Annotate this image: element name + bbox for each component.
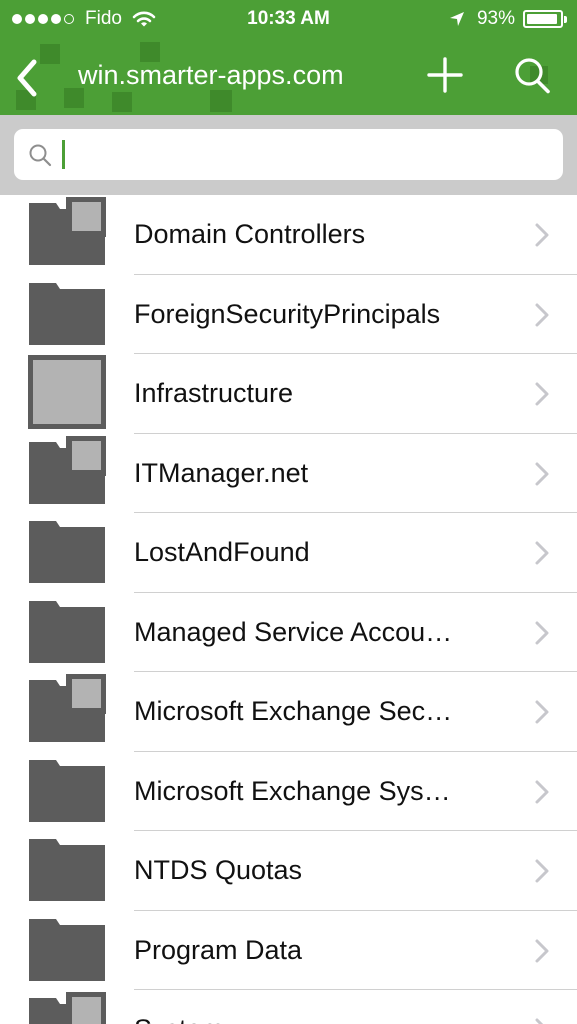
- battery-level: [527, 14, 557, 24]
- chevron-right-icon: [533, 779, 551, 805]
- directory-list: Domain Controllers ForeignSecurityPrinci…: [0, 195, 577, 1024]
- search-bar: [0, 115, 577, 195]
- battery-nub: [564, 16, 567, 23]
- folder-icon: [28, 515, 106, 585]
- folder-icon: [28, 595, 106, 665]
- battery-icon: [523, 10, 567, 28]
- list-item-label: Program Data: [134, 934, 303, 965]
- list-item-label: Infrastructure: [134, 378, 294, 408]
- chevron-right-icon: [533, 302, 551, 328]
- list-item[interactable]: Infrastructure: [0, 354, 577, 434]
- app-header: Fido 10:33 AM 93% win.smarter-apps.com: [0, 0, 577, 115]
- list-item-label: ForeignSecurityPrincipals: [134, 298, 441, 329]
- object-icon: [28, 355, 106, 429]
- folder-icon: [28, 833, 106, 903]
- folder-icon: [28, 754, 106, 824]
- chevron-right-icon: [533, 858, 551, 884]
- list-item-label: NTDS Quotas: [134, 855, 303, 885]
- battery-percent: 93%: [476, 8, 515, 29]
- list-item-label: Microsoft Exchange Sys…: [134, 775, 451, 806]
- list-item[interactable]: ITManager.net: [0, 434, 577, 513]
- text-caret: [62, 140, 65, 169]
- chevron-right-icon: [533, 381, 551, 407]
- list-item[interactable]: Managed Service Accou…: [0, 593, 577, 672]
- chevron-right-icon: [533, 938, 551, 964]
- list-item-label: Domain Controllers: [134, 219, 366, 249]
- folder-icon: [28, 277, 106, 347]
- container-folder-icon: [28, 197, 106, 267]
- search-input[interactable]: [62, 129, 552, 180]
- list-item[interactable]: System: [0, 990, 577, 1024]
- chevron-right-icon: [533, 620, 551, 646]
- status-bar: Fido 10:33 AM 93%: [0, 0, 577, 38]
- add-button[interactable]: [426, 56, 464, 94]
- location-arrow-icon: [449, 12, 464, 26]
- search-button[interactable]: [512, 56, 552, 96]
- nav-title: win.smarter-apps.com: [78, 60, 344, 90]
- container-folder-icon: [28, 674, 106, 744]
- chevron-right-icon: [533, 461, 551, 487]
- list-item[interactable]: NTDS Quotas: [0, 831, 577, 911]
- container-folder-icon: [28, 992, 106, 1024]
- list-item[interactable]: Microsoft Exchange Sys…: [0, 752, 577, 831]
- list-item[interactable]: ForeignSecurityPrincipals: [0, 275, 577, 354]
- list-item-label: LostAndFound: [134, 537, 310, 567]
- search-field[interactable]: [14, 129, 563, 180]
- list-item[interactable]: Domain Controllers: [0, 195, 577, 275]
- list-item-label: Microsoft Exchange Sec…: [134, 696, 453, 726]
- list-item[interactable]: Program Data: [0, 911, 577, 990]
- chevron-right-icon: [533, 1017, 551, 1024]
- status-bar-right: 93%: [449, 8, 567, 30]
- search-field-icon: [29, 144, 52, 167]
- nav-bar: win.smarter-apps.com: [0, 38, 577, 115]
- list-item[interactable]: LostAndFound: [0, 513, 577, 593]
- chevron-left-icon: [17, 59, 37, 97]
- chevron-right-icon: [533, 699, 551, 725]
- container-folder-icon: [28, 435, 106, 506]
- back-button[interactable]: [12, 58, 42, 98]
- screen: Fido 10:33 AM 93% win.smarter-apps.com D…: [0, 0, 577, 1024]
- plus-icon: [427, 57, 463, 93]
- folder-icon: [28, 913, 106, 983]
- list-item-label: System: [134, 990, 514, 1024]
- list-item-label: Managed Service Accou…: [134, 616, 453, 647]
- chevron-right-icon: [533, 540, 551, 566]
- list-item[interactable]: Microsoft Exchange Sec…: [0, 672, 577, 752]
- list-item-label: ITManager.net: [134, 457, 309, 488]
- chevron-right-icon: [533, 222, 551, 248]
- search-icon: [515, 58, 550, 94]
